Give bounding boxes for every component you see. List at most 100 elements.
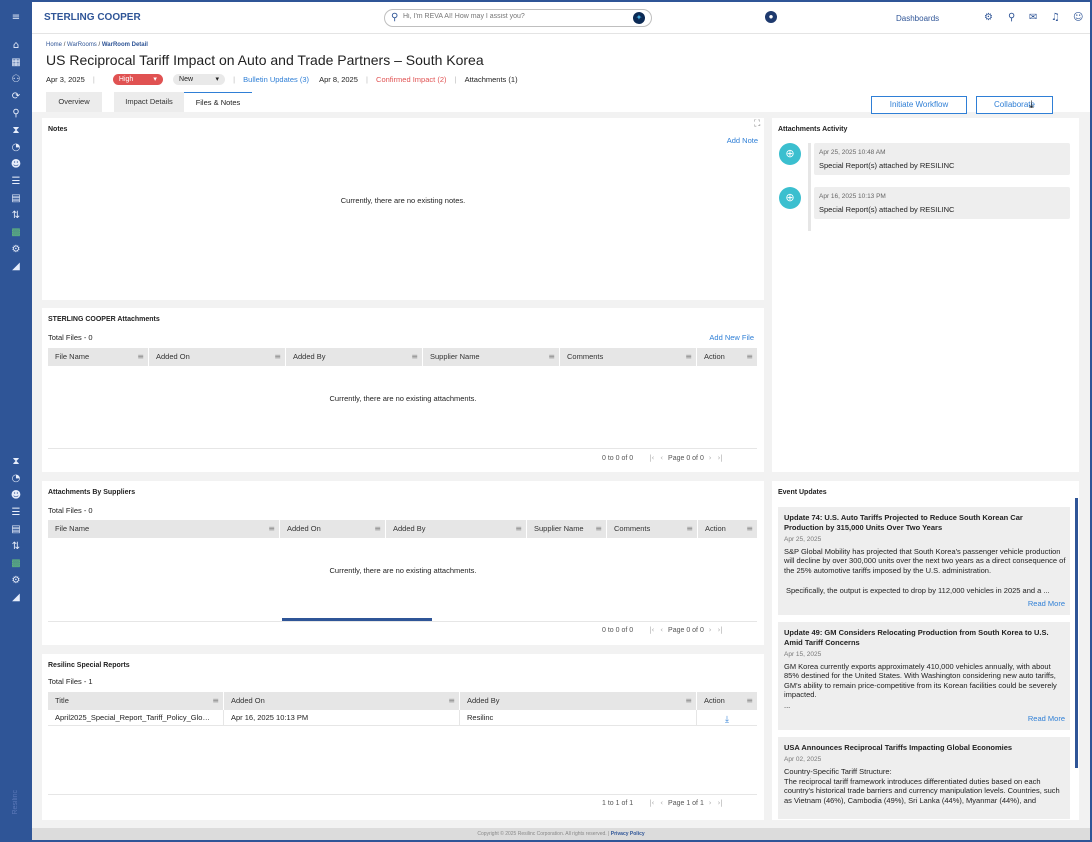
chart-icon[interactable]: ◢ <box>9 261 23 273</box>
col-file-name[interactable]: File Name ≡ <box>48 348 149 366</box>
read-more-link[interactable]: Read More <box>1028 714 1065 723</box>
user-profile-icon[interactable]: ☺ <box>1073 12 1083 23</box>
event-title[interactable]: Update 49: GM Considers Relocating Produ… <box>784 628 1064 647</box>
vertical-scrollbar[interactable] <box>1075 498 1078 768</box>
add-new-file-link[interactable]: Add New File <box>709 333 754 342</box>
last-page-icon[interactable]: ›| <box>718 626 723 634</box>
grid-icon[interactable]: ▩ <box>9 558 23 570</box>
column-menu-icon[interactable]: ≡ <box>212 692 219 710</box>
resilinc-orb-icon[interactable]: ● <box>765 11 777 23</box>
column-menu-icon[interactable]: ≡ <box>374 520 381 538</box>
col-file-name[interactable]: File Name ≡ <box>48 520 280 538</box>
expand-icon[interactable]: ⛶ <box>754 119 760 129</box>
last-page-icon[interactable]: ›| <box>718 454 723 462</box>
refresh-icon[interactable]: ⟳ <box>9 91 23 103</box>
tab-overview[interactable]: Overview <box>46 92 102 112</box>
breadcrumb-warrooms[interactable]: WarRooms <box>67 42 97 48</box>
next-page-icon[interactable]: › <box>709 454 712 462</box>
event-item[interactable]: Update 74: U.S. Auto Tariffs Projected t… <box>778 507 1070 615</box>
tab-files-notes[interactable]: Files & Notes <box>184 92 252 112</box>
col-added-by[interactable]: Added By ≡ <box>386 520 527 538</box>
swap-icon[interactable]: ⇅ <box>9 541 23 553</box>
gauge-icon[interactable]: ◔ <box>9 473 23 485</box>
event-item[interactable]: Update 49: GM Considers Relocating Produ… <box>778 622 1070 730</box>
first-page-icon[interactable]: |‹ <box>649 454 654 462</box>
last-page-icon[interactable]: ›| <box>718 799 723 807</box>
column-menu-icon[interactable]: ≡ <box>274 348 281 366</box>
column-menu-icon[interactable]: ≡ <box>515 520 522 538</box>
col-added-on[interactable]: Added On ≡ <box>280 520 386 538</box>
col-added-on[interactable]: Added On ≡ <box>224 692 460 710</box>
search-input[interactable] <box>403 13 623 20</box>
reva-search-box[interactable]: ⚲ ✦ <box>384 9 652 27</box>
column-menu-icon[interactable]: ≡ <box>411 348 418 366</box>
collaborate-button[interactable]: Collaborate <box>976 96 1053 114</box>
grid-icon[interactable]: ▩ <box>9 227 23 239</box>
person-gear-icon[interactable]: ⚙ <box>9 244 23 256</box>
event-title[interactable]: USA Announces Reciprocal Tariffs Impacti… <box>784 743 1064 753</box>
initiate-workflow-button[interactable]: Initiate Workflow <box>871 96 967 114</box>
col-action[interactable]: Action ≡ <box>697 692 757 710</box>
col-added-by[interactable]: Added By ≡ <box>460 692 697 710</box>
col-supplier-name[interactable]: Supplier Name ≡ <box>423 348 560 366</box>
col-comments[interactable]: Comments ≡ <box>560 348 697 366</box>
col-action[interactable]: Action ≡ <box>698 520 757 538</box>
read-more-link[interactable]: Read More <box>1028 599 1065 608</box>
add-note-link[interactable]: Add Note <box>727 136 758 145</box>
col-comments[interactable]: Comments ≡ <box>607 520 698 538</box>
horizontal-scrollbar[interactable] <box>282 618 432 621</box>
search-icon[interactable]: ⚲ <box>1008 12 1015 23</box>
person-gear-icon[interactable]: ⚙ <box>9 575 23 587</box>
col-title[interactable]: Title ≡ <box>48 692 224 710</box>
severity-dropdown[interactable]: High ▾ <box>112 74 163 85</box>
column-menu-icon[interactable]: ≡ <box>746 348 753 366</box>
column-menu-icon[interactable]: ≡ <box>448 692 455 710</box>
breadcrumb-home[interactable]: Home <box>46 42 62 48</box>
settings-icon[interactable]: ⚙ <box>984 12 993 23</box>
hourglass-icon[interactable]: ⧗ <box>9 125 23 137</box>
col-supplier-name[interactable]: Supplier Name ≡ <box>527 520 607 538</box>
column-menu-icon[interactable]: ≡ <box>685 692 692 710</box>
first-page-icon[interactable]: |‹ <box>649 626 654 634</box>
swap-icon[interactable]: ⇅ <box>9 210 23 222</box>
tab-impact-details[interactable]: Impact Details <box>114 92 184 112</box>
brand-logo[interactable]: STERLING COOPER <box>44 12 141 23</box>
notification-bell-icon[interactable]: ♫ <box>1051 12 1060 23</box>
column-menu-icon[interactable]: ≡ <box>746 692 753 710</box>
calendar-icon[interactable]: ▦ <box>9 57 23 69</box>
home-icon[interactable]: ⌂ <box>9 40 23 52</box>
list-icon[interactable]: ☰ <box>9 507 23 519</box>
column-menu-icon[interactable]: ≡ <box>268 520 275 538</box>
users-icon[interactable]: ☻ <box>9 159 23 171</box>
next-page-icon[interactable]: › <box>709 799 712 807</box>
column-menu-icon[interactable]: ≡ <box>746 520 753 538</box>
report-title[interactable]: April2025_Special_Report_Tariff_Policy_G… <box>48 710 224 726</box>
confirmed-impact-link[interactable]: Confirmed Impact (2) <box>376 75 446 84</box>
col-added-by[interactable]: Added By ≡ <box>286 348 423 366</box>
column-menu-icon[interactable]: ≡ <box>685 348 692 366</box>
prev-page-icon[interactable]: ‹ <box>660 799 663 807</box>
column-menu-icon[interactable]: ≡ <box>595 520 602 538</box>
privacy-policy-link[interactable]: Privacy Policy <box>611 831 645 837</box>
feedback-icon[interactable]: ✉ <box>1029 12 1037 23</box>
prev-page-icon[interactable]: ‹ <box>660 454 663 462</box>
list-icon[interactable]: ☰ <box>9 176 23 188</box>
col-action[interactable]: Action ≡ <box>697 348 757 366</box>
col-added-on[interactable]: Added On ≡ <box>149 348 286 366</box>
gauge-icon[interactable]: ◔ <box>9 142 23 154</box>
hourglass-icon[interactable]: ⧗ <box>9 456 23 468</box>
clipboard-icon[interactable]: ▤ <box>9 524 23 536</box>
reva-ai-icon[interactable]: ✦ <box>633 12 645 24</box>
download-icon[interactable]: ⤓ <box>1029 98 1034 112</box>
download-icon[interactable]: ⤓ <box>697 712 757 726</box>
bulletin-updates-link[interactable]: Bulletin Updates (3) <box>243 75 309 84</box>
menu-icon[interactable]: ≡ <box>9 12 23 24</box>
event-item[interactable]: USA Announces Reciprocal Tariffs Impacti… <box>778 737 1070 819</box>
status-dropdown[interactable]: New ▾ <box>173 74 226 85</box>
column-menu-icon[interactable]: ≡ <box>548 348 555 366</box>
prev-page-icon[interactable]: ‹ <box>660 626 663 634</box>
first-page-icon[interactable]: |‹ <box>649 799 654 807</box>
column-menu-icon[interactable]: ≡ <box>686 520 693 538</box>
org-icon[interactable]: ⚇ <box>9 74 23 86</box>
table-row[interactable]: April2025_Special_Report_Tariff_Policy_G… <box>48 710 757 726</box>
